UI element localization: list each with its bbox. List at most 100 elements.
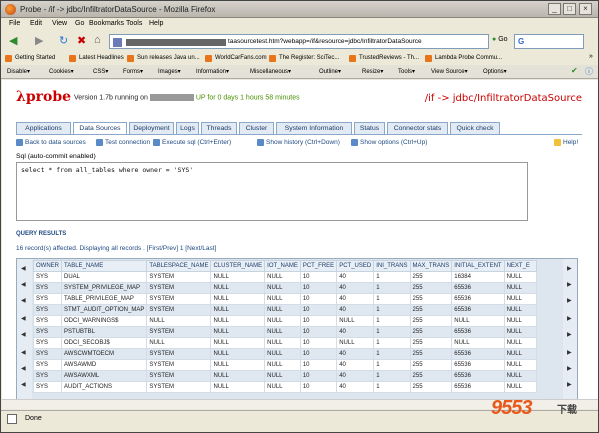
table-cell: AWSAWXML (60, 370, 148, 382)
table-row[interactable]: SYS AUDIT_ACTIONS SYSTEM NULL NULL 10 40 1 255 65… (33, 381, 537, 393)
sql-label: Sql (auto-commit enabled) (16, 153, 96, 160)
bookmark-item[interactable]: Latest Headlines (69, 53, 124, 64)
table-cell: 1 (373, 315, 411, 327)
table-row[interactable]: SYS AWSAWXML SYSTEM NULL NULL 10 40 1 255 65536 NU… (33, 370, 537, 382)
dev-resize[interactable]: Resize▾ (362, 67, 383, 77)
table-cell: 65536 (451, 293, 505, 305)
bookmark-item[interactable]: Lambda Probe Commu... (425, 53, 502, 64)
table-row[interactable]: SYS STMT_AUDIT_OPTION_MAP SYSTEM NULL NULL 10… (33, 304, 537, 316)
go-button[interactable]: ● Go (492, 36, 508, 43)
tab-deployment[interactable]: Deployment (129, 122, 174, 134)
browser-window: Probe - /if -> jdbc/InfiltratorDataSourc… (0, 0, 599, 433)
table-cell: 16384 (451, 271, 505, 283)
tab-connector-stats[interactable]: Connector stats (387, 122, 448, 134)
test-connection-link[interactable]: Test connection (96, 139, 150, 146)
table-cell: SYSTEM (146, 282, 212, 294)
table-cell: SYS (33, 293, 62, 305)
bookmark-item[interactable]: Sun releases Java un... (127, 53, 200, 64)
bookmark-item[interactable]: Getting Started (5, 53, 55, 64)
table-row[interactable]: SYS AWSAWMD SYSTEM NULL NULL 10 40 1 255 65536 NUL… (33, 359, 537, 371)
column-header[interactable]: TABLESPACE_NAME (146, 260, 212, 272)
table-cell: 65536 (451, 381, 505, 393)
dev-outline[interactable]: Outline▾ (319, 67, 341, 77)
dev-cookies[interactable]: Cookies▾ (49, 67, 74, 77)
table-cell: SYS (33, 359, 62, 371)
column-header[interactable]: PCT_USED (336, 260, 375, 272)
dev-css[interactable]: CSS▾ (93, 67, 108, 77)
table-row[interactable]: SYS ODCI_WARNINGS$ NULL NULL NULL 10 NULL 1 255 N… (33, 315, 537, 327)
bookmark-item[interactable]: TrustedReviews - Th... (349, 53, 419, 64)
close-button[interactable]: × (579, 3, 592, 15)
table-cell: NULL (264, 370, 301, 382)
table-cell: NULL (264, 348, 301, 360)
menu-view[interactable]: View (52, 20, 67, 27)
table-row[interactable]: SYS AWSCWMTOECM SYSTEM NULL NULL 10 40 1 255 6553… (33, 348, 537, 360)
dev-view-source[interactable]: View Source▾ (431, 67, 468, 77)
tab-quick-check[interactable]: Quick check (450, 122, 500, 134)
table-cell: 65536 (451, 304, 505, 316)
table-row[interactable]: SYS TABLE_PRIVILEGE_MAP SYSTEM NULL NULL 10 40… (33, 293, 537, 305)
table-cell: 255 (409, 271, 453, 283)
column-header[interactable]: NEXT_E (503, 260, 537, 272)
menu-go[interactable]: Go (75, 20, 84, 27)
show-history-link[interactable]: Show history (Ctrl+Down) (257, 139, 340, 146)
table-cell: 1 (373, 282, 411, 294)
back-icon[interactable]: ◀ (9, 34, 17, 47)
dev-tools[interactable]: Tools▾ (398, 67, 415, 77)
tab-logs[interactable]: Logs (176, 122, 199, 134)
column-header[interactable]: MAX_TRANS (409, 260, 453, 272)
menu-bookmarks[interactable]: Bookmarks (89, 20, 124, 27)
show-options-link[interactable]: Show options (Ctrl+Up) (351, 139, 427, 146)
tab-threads[interactable]: Threads (201, 122, 237, 134)
tab-system-information[interactable]: System Information (276, 122, 352, 134)
search-input[interactable]: G (514, 34, 584, 49)
menu-help[interactable]: Help (149, 20, 163, 27)
maximize-button[interactable]: □ (563, 3, 576, 15)
column-header[interactable]: INI_TRANS (373, 260, 411, 272)
dev-forms[interactable]: Forms▾ (123, 67, 143, 77)
dev-disable[interactable]: Disable▾ (7, 67, 30, 77)
bookmark-item[interactable]: The Register: SciTec... (269, 53, 339, 64)
tab-cluster[interactable]: Cluster (239, 122, 274, 134)
grid-left-scroll[interactable]: ◀ ◀ ◀ ◀ ◀ ◀ ◀ ◀ ◀ (17, 259, 32, 409)
url-bar[interactable]: taasourcetest.htm?webapp=/if&resource=jd… (109, 34, 489, 49)
dev-images[interactable]: Images▾ (158, 67, 181, 77)
minimize-button[interactable]: _ (548, 3, 561, 15)
column-header[interactable]: IOT_NAME (264, 260, 301, 272)
tab-status[interactable]: Status (354, 122, 385, 134)
results-summary: 16 record(s) affected. Displaying all re… (16, 245, 217, 252)
dev-miscellaneous[interactable]: Miscellaneous▾ (250, 67, 291, 77)
bookmark-item[interactable]: WorldCarFans.com (205, 53, 267, 64)
column-header[interactable]: CLUSTER_NAME (210, 260, 266, 272)
column-header[interactable]: INITIAL_EXTENT (451, 260, 505, 272)
scroll-right-arrow-icon[interactable]: ▶ (567, 265, 572, 272)
bookmarks-overflow-icon[interactable]: » (589, 53, 593, 60)
back-to-data-sources-link[interactable]: Back to data sources (16, 139, 86, 146)
grid-right-scroll[interactable]: ▶ ▶ ▶ ▶ ▶ ▶ ▶ ▶ ▶ (563, 259, 577, 409)
stop-icon[interactable]: ✖ (77, 34, 86, 47)
table-row[interactable]: SYS SYSTEM_PRIVILEGE_MAP SYSTEM NULL NULL 10 4… (33, 282, 537, 294)
column-header[interactable]: PCT_FREE (299, 260, 338, 272)
scroll-left-arrow-icon[interactable]: ◀ (21, 265, 26, 272)
menu-tools[interactable]: Tools (126, 20, 142, 27)
home-icon[interactable]: ⌂ (94, 34, 101, 46)
dev-information[interactable]: Information▾ (196, 67, 229, 77)
dev-options[interactable]: Options▾ (483, 67, 507, 77)
table-cell: 255 (409, 348, 453, 360)
help-link[interactable]: Help! (554, 139, 578, 146)
menu-edit[interactable]: Edit (30, 20, 42, 27)
table-row[interactable]: SYS PSTUBTBL SYSTEM NULL NULL 10 40 1 255 65536 NU… (33, 326, 537, 338)
table-cell: 1 (373, 370, 411, 382)
table-row[interactable]: SYS ODCI_SECOBJ$ NULL NULL NULL 10 NULL 1 255 NUL… (33, 337, 537, 349)
table-cell: STMT_AUDIT_OPTION_MAP (60, 304, 148, 316)
forward-icon[interactable]: ▶ (35, 34, 43, 47)
menu-file[interactable]: File (9, 20, 20, 27)
reload-icon[interactable]: ↻ (59, 34, 68, 47)
tab-applications[interactable]: Applications (16, 122, 71, 134)
column-header[interactable]: OWNER (33, 260, 62, 272)
table-row[interactable]: SYS DUAL SYSTEM NULL NULL 10 40 1 255 16384 NULL (33, 271, 537, 283)
sql-textarea[interactable]: select * from all_tables where owner = '… (16, 162, 528, 221)
table-cell: 10 (299, 315, 338, 327)
column-header[interactable]: TABLE_NAME (60, 260, 148, 272)
execute-sql-link[interactable]: Execute sql (Ctrl+Enter) (153, 139, 231, 146)
